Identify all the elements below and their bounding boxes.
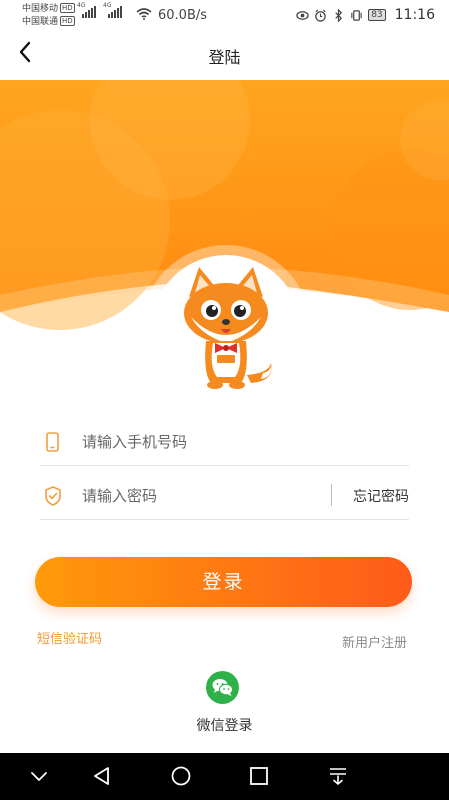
back-triangle-icon[interactable]	[91, 765, 113, 787]
clock: 11:16	[394, 7, 435, 23]
field-divider	[331, 484, 332, 506]
phone-field	[40, 418, 409, 466]
battery-icon: 83	[368, 9, 386, 21]
register-link[interactable]: 新用户注册	[342, 632, 407, 651]
shield-check-icon	[45, 486, 61, 506]
net-speed: 60.0B/s	[158, 8, 208, 23]
bluetooth-icon	[335, 8, 343, 22]
forgot-password-link[interactable]: 忘记密码	[353, 486, 409, 506]
carrier-2: 中国联通	[22, 17, 59, 27]
home-circle-icon[interactable]	[170, 765, 192, 787]
chevron-down-icon[interactable]	[28, 765, 50, 787]
vibrate-icon	[351, 9, 362, 21]
wechat-login-label: 微信登录	[196, 718, 253, 734]
password-field: 忘记密码	[40, 472, 409, 520]
system-nav-bar	[0, 753, 449, 800]
logo-circle	[151, 255, 301, 405]
notification-pull-icon[interactable]	[327, 765, 349, 787]
phone-input[interactable]	[82, 428, 322, 456]
title-bar: 登陆	[0, 36, 449, 74]
signal-icon: 4G	[103, 2, 122, 18]
password-input[interactable]	[82, 482, 322, 510]
page-title: 登陆	[208, 48, 241, 67]
status-right: 83 11:16	[296, 7, 435, 23]
carrier-info: 中国移动 HD 中国联通 HD	[22, 3, 75, 29]
carrier-1: 中国移动	[22, 4, 59, 14]
hd-badge: HD	[60, 3, 75, 13]
sms-login-link[interactable]: 短信验证码	[37, 628, 102, 647]
signal-icon: 4G	[77, 2, 96, 18]
hd-badge: HD	[60, 16, 75, 26]
eye-icon	[296, 10, 309, 20]
wechat-icon	[212, 679, 233, 696]
status-bar: 中国移动 HD 中国联通 HD 4G 4G 60.0B/s 83 11:16	[0, 0, 449, 36]
signal-icons: 4G 4G	[77, 2, 122, 18]
fox-mascot	[184, 267, 272, 389]
recents-square-icon[interactable]	[248, 765, 270, 787]
phone-icon	[46, 432, 59, 452]
wechat-login-button[interactable]	[206, 671, 239, 704]
alarm-icon	[315, 9, 326, 22]
wifi-icon	[136, 8, 152, 20]
login-button[interactable]: 登录	[35, 557, 412, 607]
